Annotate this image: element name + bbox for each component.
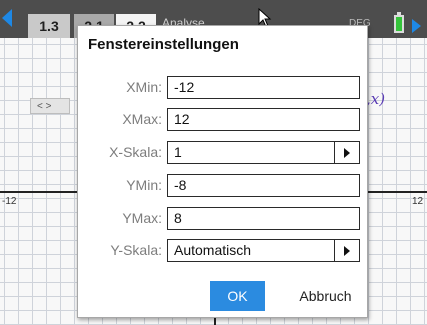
xmin-field[interactable]: -12	[167, 76, 360, 99]
window-settings-dialog: Fenstereinstellungen XMin: -12 XMax: 12 …	[77, 25, 368, 318]
tab-1-3[interactable]: 1.3	[28, 14, 70, 38]
dialog-title: Fenstereinstellungen	[88, 36, 239, 53]
yscale-label: Y-Skala:	[110, 242, 162, 258]
yscale-value: Automatisch	[174, 242, 252, 258]
entry-line-nav[interactable]: < >	[30, 98, 70, 114]
ok-button[interactable]: OK	[210, 281, 265, 311]
ymax-label: YMax:	[122, 210, 162, 226]
next-page-arrow-icon[interactable]	[412, 19, 421, 33]
ymin-field[interactable]: -8	[167, 174, 360, 197]
xmax-label: XMax:	[122, 111, 162, 127]
xmax-field[interactable]: 12	[167, 108, 360, 131]
ymin-label: YMin:	[126, 177, 162, 193]
function-label: ,x)	[366, 90, 386, 108]
ymax-field[interactable]: 8	[167, 207, 360, 230]
previous-page-arrow-icon[interactable]	[2, 9, 12, 27]
yscale-dropdown-arrow-icon[interactable]	[334, 240, 359, 261]
yscale-field[interactable]: Automatisch	[167, 239, 360, 262]
xscale-dropdown-arrow-icon[interactable]	[334, 142, 359, 163]
xmin-label: XMin:	[126, 79, 162, 95]
x-max-tick-label: 12	[412, 196, 424, 207]
xscale-label: X-Skala:	[109, 144, 162, 160]
cancel-button[interactable]: Abbruch	[288, 281, 363, 311]
xscale-value: 1	[174, 144, 182, 160]
battery-icon	[394, 15, 404, 33]
x-min-tick-label: -12	[2, 196, 17, 207]
xscale-field[interactable]: 1	[167, 141, 360, 164]
